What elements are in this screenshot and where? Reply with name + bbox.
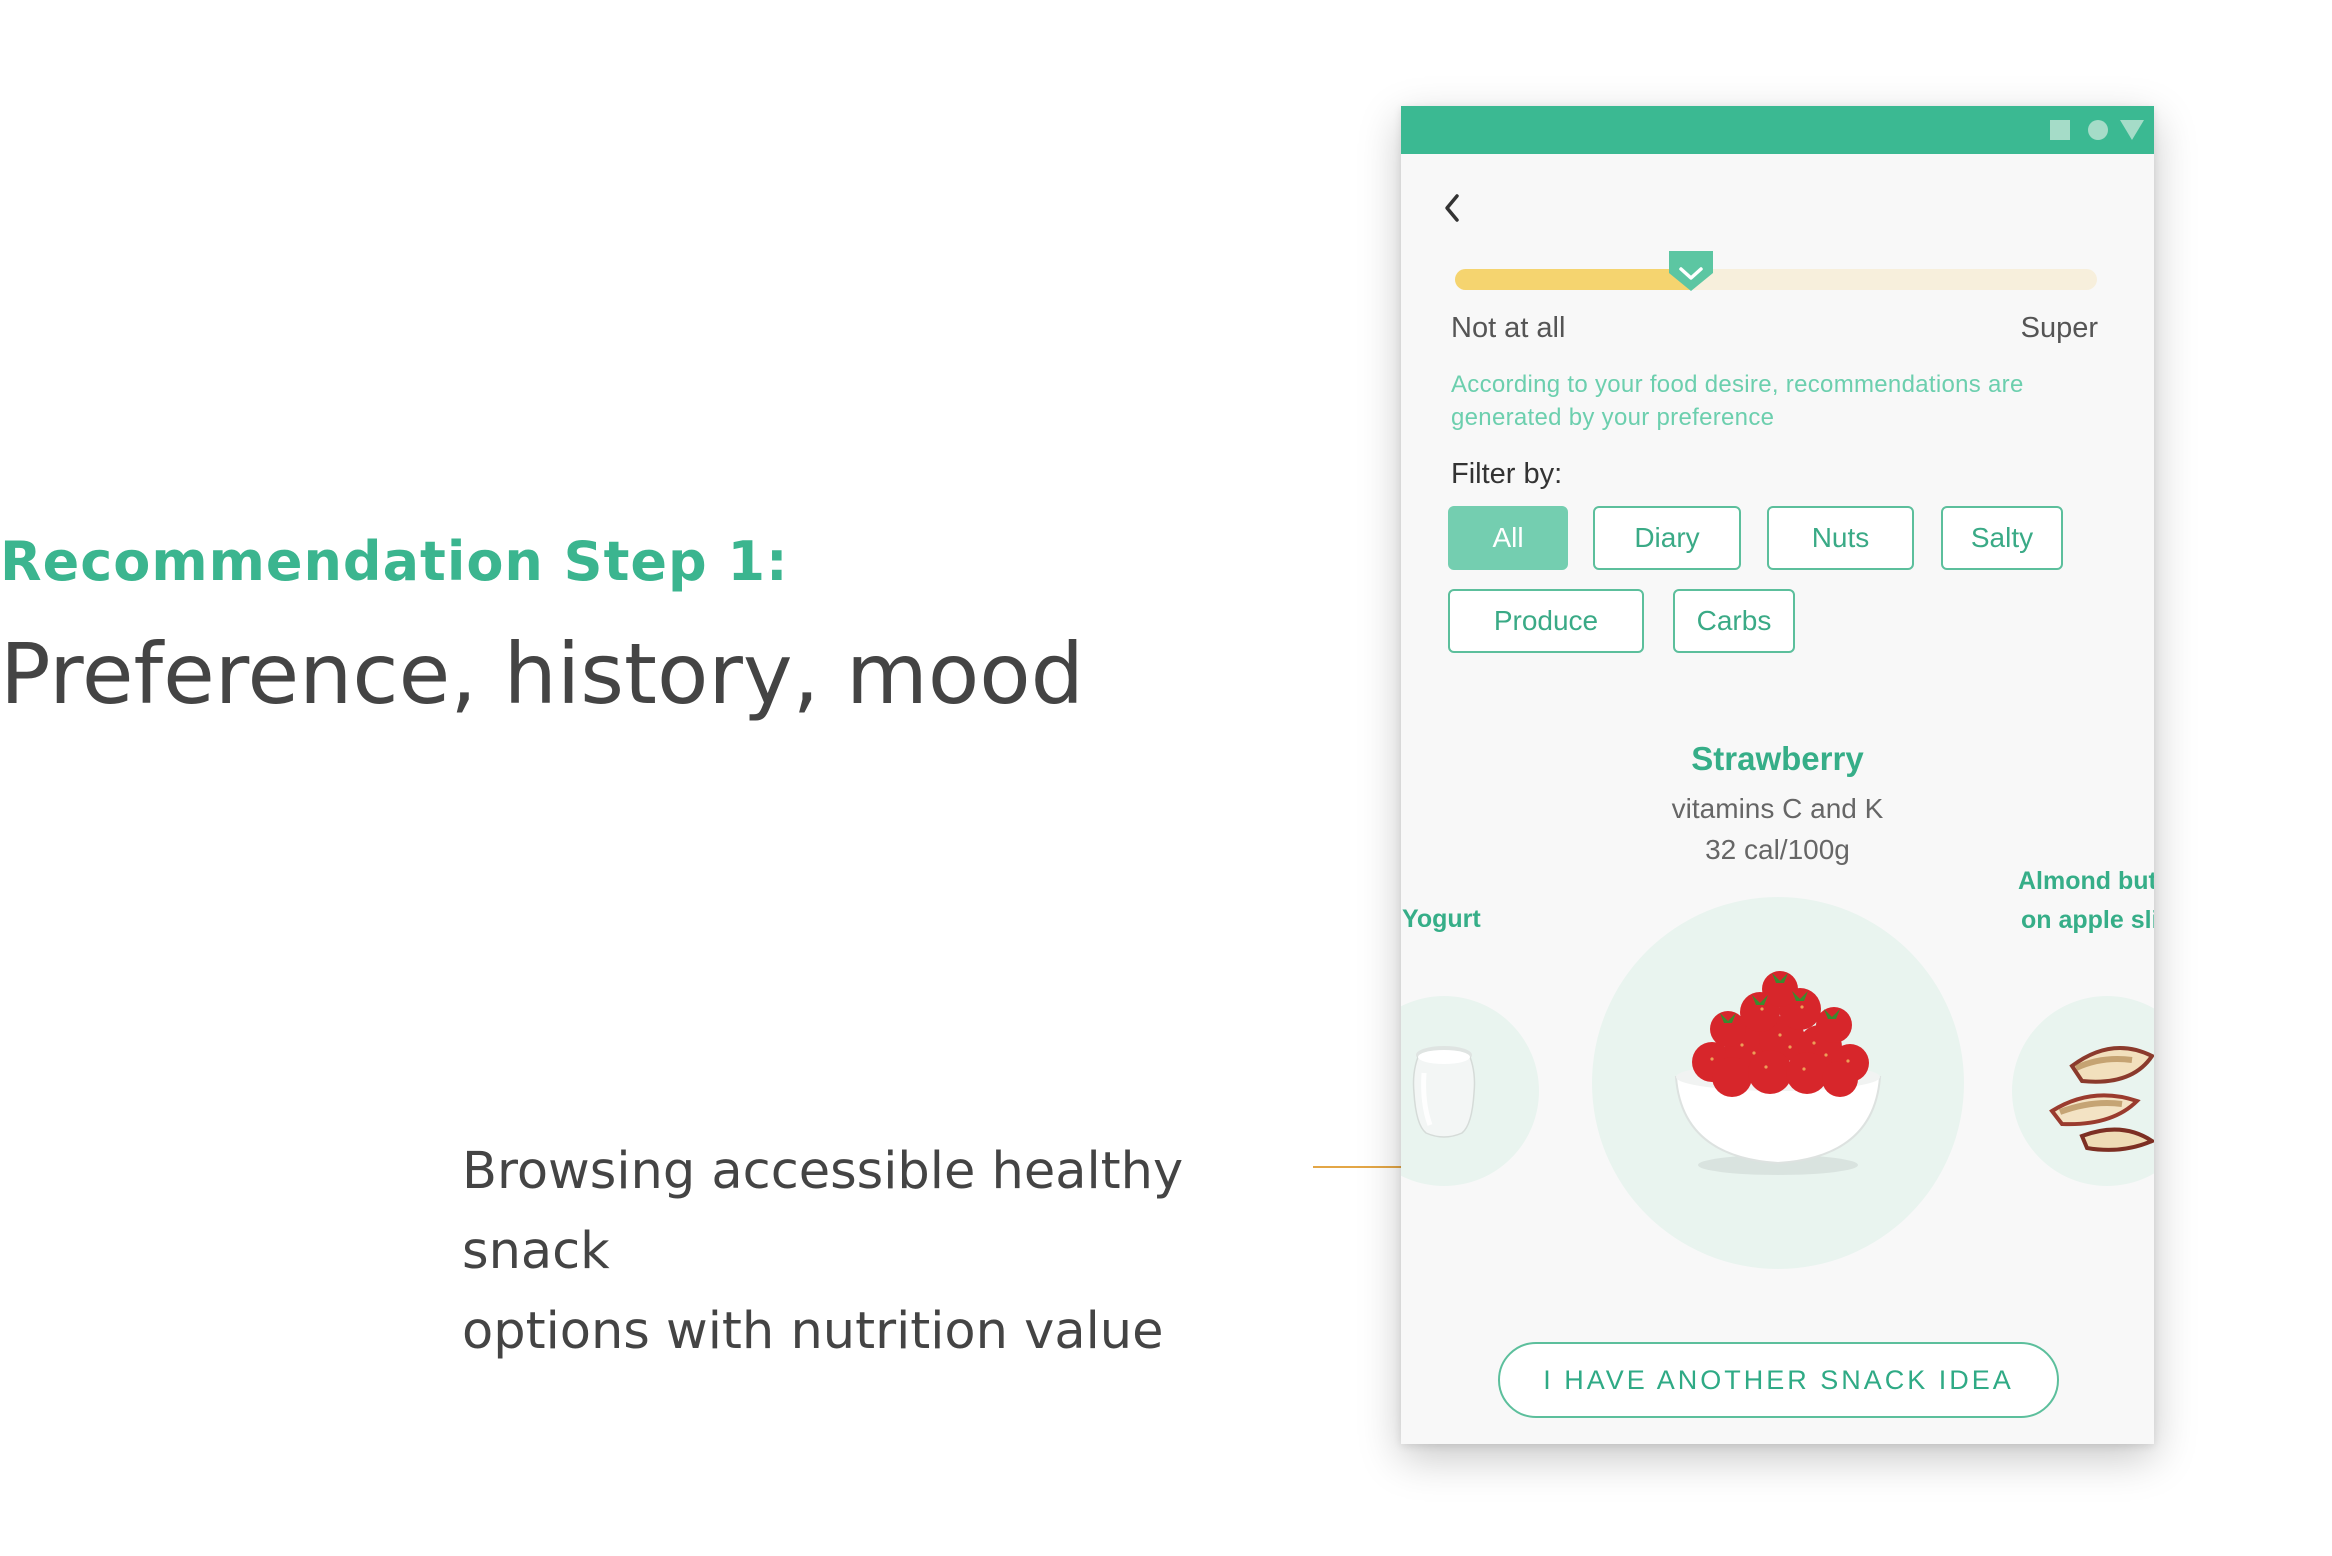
filter-chip-salty[interactable]: Salty — [1941, 506, 2063, 570]
caption-line-2: options with nutrition value — [462, 1302, 1164, 1361]
prev-snack-label[interactable]: Yogurt — [1402, 900, 1481, 939]
yogurt-jar-icon — [1412, 1046, 1476, 1138]
filter-label: Filter by: — [1451, 458, 1563, 490]
back-arrow-icon[interactable] — [1441, 184, 1481, 232]
next-snack-label-line-1[interactable]: Almond butter — [2018, 862, 2154, 901]
caption-line-1: Browsing accessible healthy snack — [462, 1142, 1184, 1281]
step-label: Recommendation Step 1: — [0, 530, 789, 593]
circle-icon — [2088, 120, 2108, 140]
status-bar — [1401, 106, 2154, 154]
prev-snack-card[interactable] — [1401, 996, 1539, 1186]
strawberry-bowl-image — [1674, 971, 1882, 1175]
snack-name: Strawberry — [1691, 740, 1864, 777]
desire-slider-track[interactable] — [1455, 269, 2097, 290]
caption: Browsing accessible healthy snack option… — [462, 1132, 1322, 1372]
filter-chip-produce[interactable]: Produce — [1448, 589, 1644, 653]
another-snack-idea-button[interactable]: I HAVE ANOTHER SNACK IDEA — [1498, 1342, 2059, 1418]
next-snack-card[interactable] — [2012, 996, 2154, 1186]
filter-chip-diary[interactable]: Diary — [1593, 506, 1741, 570]
slider-min-label: Not at all — [1451, 312, 1566, 344]
square-icon — [2050, 120, 2070, 140]
recommendation-note: According to your food desire, recommend… — [1451, 371, 2024, 431]
slider-max-label: Super — [2020, 312, 2098, 344]
desire-slider-handle[interactable] — [1665, 249, 1717, 295]
filter-chip-nuts[interactable]: Nuts — [1767, 506, 1914, 570]
phone-screen: Not at all Super According to your food … — [1401, 106, 2154, 1444]
snack-nutrients: vitamins C and K — [1671, 793, 1884, 824]
triangle-icon — [2120, 120, 2144, 140]
filter-chip-carbs[interactable]: Carbs — [1673, 589, 1795, 653]
next-snack-label-line-2[interactable]: on apple slices — [2021, 901, 2154, 940]
apple-slices-image — [2049, 1046, 2154, 1152]
filter-chip-all[interactable]: All — [1448, 506, 1568, 570]
slide-title: Preference, history, mood — [0, 625, 1084, 723]
desire-slider-fill — [1455, 269, 1699, 290]
current-snack-card[interactable] — [1592, 897, 1964, 1269]
